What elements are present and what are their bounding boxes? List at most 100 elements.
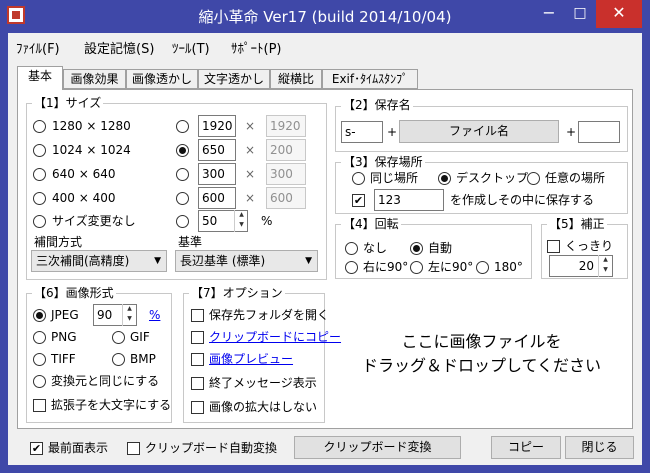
rotate-left-radio[interactable] [410, 261, 423, 274]
desktop-label: デスクトップ [456, 171, 529, 185]
times-sign: × [245, 191, 256, 205]
uppercase-ext-checkbox[interactable] [33, 399, 46, 412]
times-sign: × [245, 143, 256, 157]
plus-sign: + [387, 125, 398, 139]
percent-spinner[interactable]: ▲ ▼ [234, 210, 248, 232]
tab-text-watermark[interactable]: 文字透かし [198, 69, 270, 89]
custom-height-1-input[interactable]: 1920 [266, 115, 306, 137]
rotate-left-label: 左に90° [428, 260, 474, 274]
clipboard-convert-button[interactable]: クリップボード変換 [294, 436, 461, 459]
folder-name-input[interactable]: 123 [374, 189, 444, 211]
make-folder-checkbox[interactable]: ✔ [352, 194, 365, 207]
copy-clipboard-link[interactable]: クリップボードにコピー [209, 330, 341, 344]
clipboard-auto-checkbox[interactable] [127, 442, 140, 455]
custom-width-3-input[interactable]: 300 [198, 163, 236, 185]
open-folder-checkbox[interactable] [191, 309, 204, 322]
percent-radio[interactable] [176, 215, 189, 228]
size-400-radio[interactable] [33, 192, 46, 205]
copy-button[interactable]: コピー [491, 436, 561, 459]
no-enlarge-label: 画像の拡大はしない [209, 400, 318, 414]
menu-file[interactable]: ﾌｧｲﾙ(F) [16, 38, 60, 57]
custom-size-2-radio[interactable] [176, 144, 189, 157]
quality-percent-link[interactable]: % [149, 308, 160, 322]
menu-settings[interactable]: 設定記憶(S) [84, 38, 154, 57]
size-nochange-label: サイズ変更なし [52, 214, 136, 228]
filename-button[interactable]: ファイル名 [399, 120, 559, 143]
preview-checkbox[interactable] [191, 353, 204, 366]
menu-support[interactable]: ｻﾎﾟｰﾄ(P) [231, 38, 281, 57]
rotate-right-radio[interactable] [345, 261, 358, 274]
custom-size-3-radio[interactable] [176, 168, 189, 181]
custom-width-4-input[interactable]: 600 [198, 187, 236, 209]
close-window-button[interactable]: ✕ [596, 0, 642, 28]
topmost-checkbox[interactable]: ✔ [30, 442, 43, 455]
custom-height-3-input[interactable]: 300 [266, 163, 306, 185]
tab-image-watermark[interactable]: 画像透かし [126, 69, 198, 89]
base-label: 基準 [178, 235, 203, 249]
save-name-label: 【2】保存名 [341, 98, 413, 112]
size-1024-radio[interactable] [33, 144, 46, 157]
size-1024-label: 1024 × 1024 [52, 143, 131, 157]
size-400-label: 400 × 400 [52, 191, 116, 205]
rotate-none-radio[interactable] [345, 242, 358, 255]
open-folder-label: 保存先フォルダを開く [209, 308, 330, 322]
copy-clipboard-checkbox[interactable] [191, 331, 204, 344]
tab-basic[interactable]: 基本 [17, 66, 63, 90]
save-place-label: 【3】保存場所 [341, 155, 425, 169]
png-label: PNG [51, 330, 77, 344]
rotate-180-radio[interactable] [476, 261, 489, 274]
suffix-input[interactable] [578, 121, 620, 143]
any-place-radio[interactable] [527, 172, 540, 185]
preview-link[interactable]: 画像プレビュー [209, 352, 293, 366]
gif-radio[interactable] [112, 331, 125, 344]
times-sign: × [245, 167, 256, 181]
prefix-input[interactable]: s- [341, 121, 383, 143]
close-button[interactable]: 閉じる [565, 436, 634, 459]
custom-width-1-input[interactable]: 1920 [198, 115, 236, 137]
same-format-label: 変換元と同じにする [51, 374, 160, 388]
custom-height-4-input[interactable]: 600 [266, 187, 306, 209]
no-enlarge-checkbox[interactable] [191, 401, 204, 414]
chevron-down-icon: ▼ [305, 256, 312, 266]
maximize-button[interactable]: □ [565, 0, 595, 28]
rotate-auto-radio[interactable] [410, 242, 423, 255]
end-message-checkbox[interactable] [191, 377, 204, 390]
same-place-label: 同じ場所 [370, 171, 419, 185]
custom-size-1-radio[interactable] [176, 120, 189, 133]
topmost-label: 最前面表示 [48, 441, 109, 455]
make-folder-label: を作成しその中に保存する [450, 193, 595, 207]
minimize-button[interactable]: − [534, 0, 564, 28]
jpeg-label: JPEG [51, 308, 79, 322]
tab-aspect-ratio[interactable]: 縦横比 [270, 69, 322, 89]
rotate-label: 【4】回転 [341, 217, 401, 231]
uppercase-ext-label: 拡張子を大文字にする [51, 398, 172, 412]
size-640-radio[interactable] [33, 168, 46, 181]
bmp-radio[interactable] [112, 353, 125, 366]
rotate-none-label: なし [363, 241, 388, 255]
rotate-right-label: 右に90° [363, 260, 409, 274]
base-value: 長辺基準 (標準) [180, 254, 266, 268]
menu-tools[interactable]: ﾂｰﾙ(T) [172, 38, 210, 57]
interpolation-select[interactable]: 三次補間(高精度) ▼ [31, 250, 167, 272]
size-1280-radio[interactable] [33, 120, 46, 133]
size-nochange-radio[interactable] [33, 215, 46, 228]
custom-width-2-input[interactable]: 650 [198, 139, 236, 161]
desktop-radio[interactable] [438, 172, 451, 185]
interpolation-value: 三次補間(高精度) [36, 254, 130, 268]
rotate-auto-label: 自動 [428, 241, 453, 255]
same-format-radio[interactable] [33, 375, 46, 388]
jpeg-radio[interactable] [33, 309, 46, 322]
same-place-radio[interactable] [352, 172, 365, 185]
interpolation-label: 補間方式 [34, 235, 83, 249]
jpeg-quality-spinner[interactable]: ▲ ▼ [122, 304, 136, 326]
tiff-radio[interactable] [33, 353, 46, 366]
png-radio[interactable] [33, 331, 46, 344]
base-select[interactable]: 長辺基準 (標準) ▼ [175, 250, 318, 272]
custom-height-2-input[interactable]: 200 [266, 139, 306, 161]
sharp-level-spinner[interactable]: ▲ ▼ [598, 255, 612, 277]
tab-exif-timestamp[interactable]: Exif･ﾀｲﾑｽﾀﾝﾌﾟ [322, 69, 418, 89]
tiff-label: TIFF [51, 352, 76, 366]
custom-size-4-radio[interactable] [176, 192, 189, 205]
sharp-checkbox[interactable] [547, 240, 560, 253]
tab-image-effect[interactable]: 画像効果 [63, 69, 126, 89]
